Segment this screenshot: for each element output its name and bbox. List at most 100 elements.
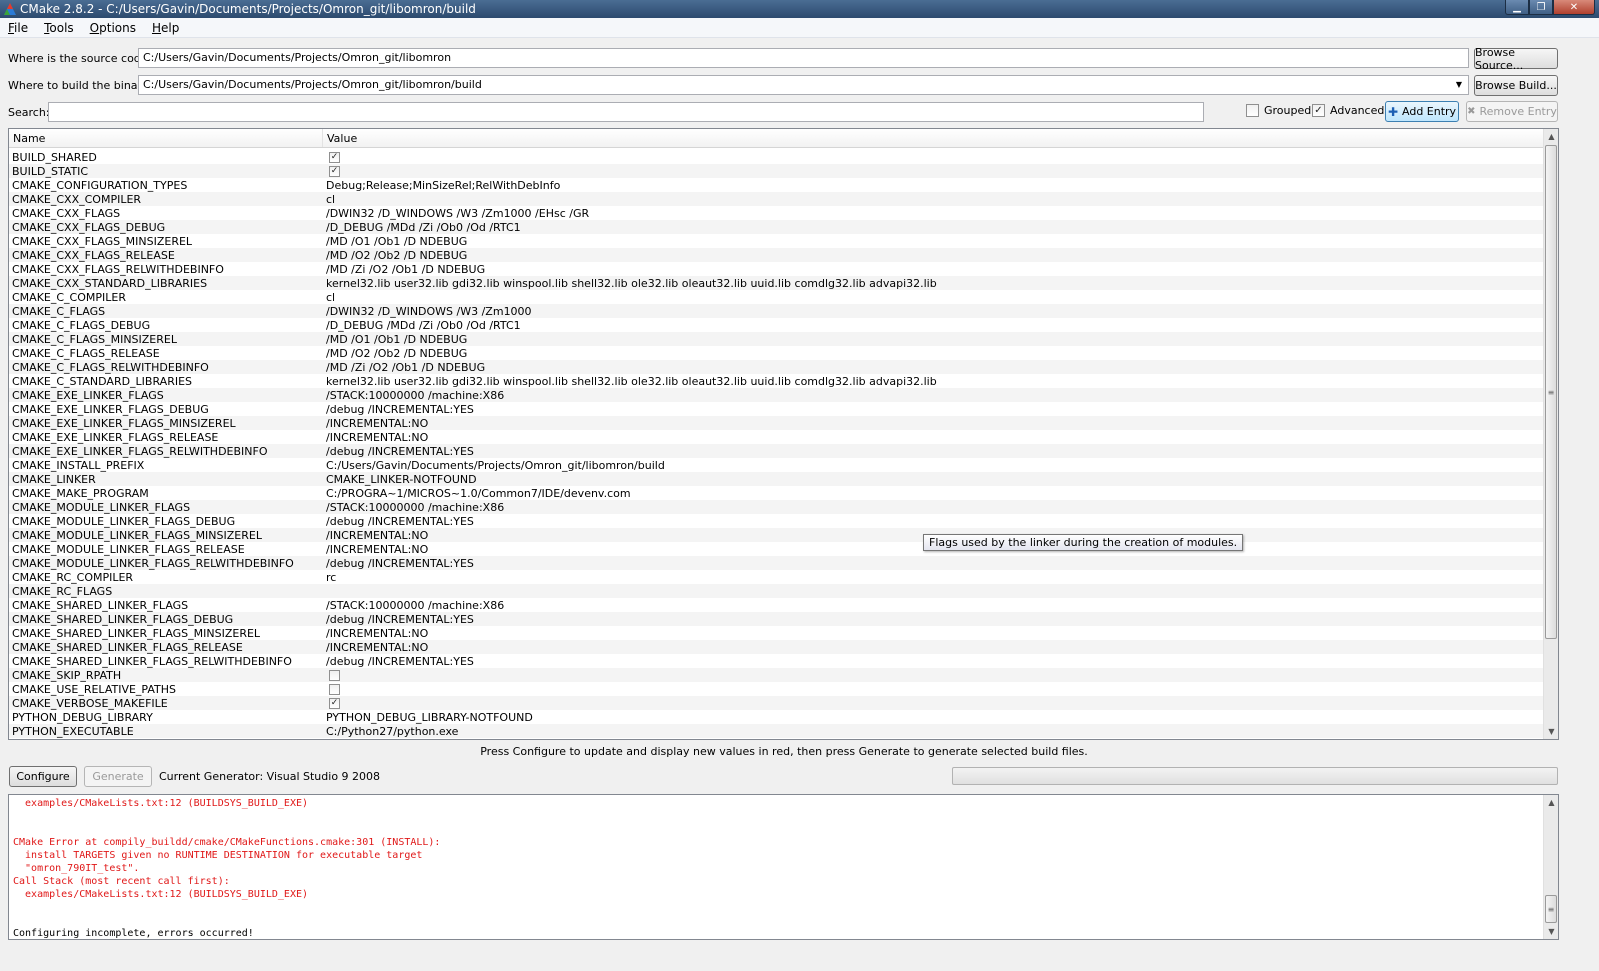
- grouped-checkbox[interactable]: [1246, 104, 1259, 117]
- table-row[interactable]: CMAKE_C_FLAGS_DEBUG/D_DEBUG /MDd /Zi /Ob…: [9, 318, 1544, 332]
- menu-item[interactable]: File: [0, 21, 36, 35]
- entry-value[interactable]: /debug /INCREMENTAL:YES: [323, 613, 474, 626]
- entry-value[interactable]: /INCREMENTAL:NO: [323, 641, 428, 654]
- log-scrollbar[interactable]: ▲ ≡ ▼: [1543, 795, 1558, 939]
- table-row[interactable]: CMAKE_VERBOSE_MAKEFILE ✓: [9, 696, 1544, 710]
- menu-item[interactable]: Options: [82, 21, 144, 35]
- log-scroll-up-icon[interactable]: ▲: [1544, 795, 1558, 810]
- menu-item[interactable]: Tools: [36, 21, 82, 35]
- entry-value[interactable]: CMAKE_LINKER-NOTFOUND: [323, 473, 477, 486]
- add-entry-button[interactable]: ✚ Add Entry: [1385, 101, 1459, 122]
- table-row[interactable]: CMAKE_MODULE_LINKER_FLAGS /STACK:1000000…: [9, 500, 1544, 514]
- table-row[interactable]: CMAKE_EXE_LINKER_FLAGS_RELWITHDEBINFO/de…: [9, 444, 1544, 458]
- combo-arrow-icon[interactable]: ▼: [1452, 78, 1466, 92]
- grouped-option[interactable]: Grouped: [1246, 104, 1311, 117]
- table-row[interactable]: CMAKE_SHARED_LINKER_FLAGS /STACK:1000000…: [9, 598, 1544, 612]
- table-row[interactable]: CMAKE_RC_FLAGS: [9, 584, 1544, 598]
- entry-value[interactable]: /DWIN32 /D_WINDOWS /W3 /Zm1000 /EHsc /GR: [323, 207, 589, 220]
- entry-checkbox[interactable]: [329, 684, 340, 695]
- entry-checkbox[interactable]: ✓: [329, 152, 340, 163]
- entry-value[interactable]: cl: [323, 193, 335, 206]
- table-row[interactable]: CMAKE_MODULE_LINKER_FLAGS_RELWITHDEBINFO…: [9, 556, 1544, 570]
- table-row[interactable]: CMAKE_EXE_LINKER_FLAGS_MINSIZEREL/INCREM…: [9, 416, 1544, 430]
- entry-value[interactable]: C:/Python27/python.exe: [323, 725, 458, 738]
- entry-value[interactable]: /D_DEBUG /MDd /Zi /Ob0 /Od /RTC1: [323, 319, 521, 332]
- log-scroll-down-icon[interactable]: ▼: [1544, 924, 1558, 939]
- table-row[interactable]: BUILD_STATIC ✓: [9, 164, 1544, 178]
- menu-item[interactable]: Help: [144, 21, 187, 35]
- name-column-header[interactable]: Name: [9, 129, 323, 147]
- entry-value[interactable]: kernel32.lib user32.lib gdi32.lib winspo…: [323, 277, 937, 290]
- table-row[interactable]: CMAKE_MODULE_LINKER_FLAGS_RELEASE/INCREM…: [9, 542, 1544, 556]
- entry-value[interactable]: rc: [323, 571, 336, 584]
- build-path-combo[interactable]: C:/Users/Gavin/Documents/Projects/Omron_…: [138, 75, 1469, 95]
- table-row[interactable]: CMAKE_RC_COMPILER rc: [9, 570, 1544, 584]
- entry-value[interactable]: /debug /INCREMENTAL:YES: [323, 445, 474, 458]
- value-column-header[interactable]: Value: [323, 132, 357, 145]
- table-row[interactable]: CMAKE_SKIP_RPATH: [9, 668, 1544, 682]
- entry-value[interactable]: /INCREMENTAL:NO: [323, 417, 428, 430]
- scroll-thumb[interactable]: ≡: [1545, 145, 1557, 639]
- browse-build-button[interactable]: Browse Build...: [1474, 75, 1558, 96]
- entry-checkbox[interactable]: ✓: [329, 166, 340, 177]
- table-scrollbar[interactable]: ▲ ≡ ▼: [1543, 129, 1558, 739]
- table-row[interactable]: PYTHON_EXECUTABLE C:/Python27/python.exe: [9, 724, 1544, 738]
- entry-value[interactable]: /MD /O2 /Ob2 /D NDEBUG: [323, 249, 467, 262]
- configure-button[interactable]: Configure: [9, 766, 77, 787]
- table-row[interactable]: CMAKE_EXE_LINKER_FLAGS_RELEASE/INCREMENT…: [9, 430, 1544, 444]
- entry-value[interactable]: /STACK:10000000 /machine:X86: [323, 389, 504, 402]
- search-input[interactable]: [48, 102, 1204, 122]
- entry-value[interactable]: /MD /O1 /Ob1 /D NDEBUG: [323, 333, 467, 346]
- entry-value[interactable]: /debug /INCREMENTAL:YES: [323, 557, 474, 570]
- entry-value[interactable]: PYTHON_DEBUG_LIBRARY-NOTFOUND: [323, 711, 533, 724]
- entry-value[interactable]: /INCREMENTAL:NO: [323, 529, 428, 542]
- output-log[interactable]: examples/CMakeLists.txt:12 (BUILDSYS_BUI…: [8, 794, 1559, 940]
- entry-value[interactable]: /debug /INCREMENTAL:YES: [323, 515, 474, 528]
- table-row[interactable]: CMAKE_LINKER CMAKE_LINKER-NOTFOUND: [9, 472, 1544, 486]
- remove-entry-button[interactable]: ✖ Remove Entry: [1466, 101, 1558, 122]
- source-path-input[interactable]: C:/Users/Gavin/Documents/Projects/Omron_…: [138, 48, 1469, 68]
- table-row[interactable]: CMAKE_SHARED_LINKER_FLAGS_RELWITHDEBINFO…: [9, 654, 1544, 668]
- table-row[interactable]: CMAKE_SHARED_LINKER_FLAGS_DEBUG/debug /I…: [9, 612, 1544, 626]
- close-button[interactable]: ✕: [1553, 0, 1595, 15]
- table-row[interactable]: CMAKE_CXX_STANDARD_LIBRARIES kernel32.lib…: [9, 276, 1544, 290]
- entry-value[interactable]: /STACK:10000000 /machine:X86: [323, 501, 504, 514]
- entry-value[interactable]: /MD /Zi /O2 /Ob1 /D NDEBUG: [323, 263, 485, 276]
- entry-value[interactable]: kernel32.lib user32.lib gdi32.lib winspo…: [323, 375, 937, 388]
- entry-value[interactable]: /MD /O1 /Ob1 /D NDEBUG: [323, 235, 467, 248]
- entry-value[interactable]: cl: [323, 291, 335, 304]
- table-row[interactable]: CMAKE_MODULE_LINKER_FLAGS_MINSIZEREL/INC…: [9, 528, 1544, 542]
- entry-value[interactable]: C:/Users/Gavin/Documents/Projects/Omron_…: [323, 459, 665, 472]
- scroll-down-icon[interactable]: ▼: [1544, 724, 1558, 739]
- table-row[interactable]: CMAKE_USE_RELATIVE_PATHS: [9, 682, 1544, 696]
- entry-checkbox[interactable]: [329, 670, 340, 681]
- table-row[interactable]: CMAKE_INSTALL_PREFIX C:/Users/Gavin/Docum…: [9, 458, 1544, 472]
- table-row[interactable]: CMAKE_CXX_FLAGS /DWIN32 /D_WINDOWS /W3 /…: [9, 206, 1544, 220]
- generate-button[interactable]: Generate: [84, 766, 152, 787]
- entry-checkbox[interactable]: ✓: [329, 698, 340, 709]
- table-row[interactable]: PYTHON_DEBUG_LIBRARY PYTHON_DEBUG_LIBRARY…: [9, 710, 1544, 724]
- table-row[interactable]: CMAKE_CXX_FLAGS_RELWITHDEBINFO/MD /Zi /O…: [9, 262, 1544, 276]
- table-row[interactable]: CMAKE_CXX_FLAGS_MINSIZEREL/MD /O1 /Ob1 /…: [9, 234, 1544, 248]
- minimize-button[interactable]: ▁: [1505, 0, 1529, 15]
- browse-source-button[interactable]: Browse Source...: [1474, 46, 1558, 72]
- entry-value[interactable]: /INCREMENTAL:NO: [323, 431, 428, 444]
- entry-value[interactable]: /DWIN32 /D_WINDOWS /W3 /Zm1000: [323, 305, 532, 318]
- table-row[interactable]: CMAKE_C_FLAGS_RELEASE/MD /O2 /Ob2 /D NDE…: [9, 346, 1544, 360]
- table-row[interactable]: CMAKE_C_FLAGS_MINSIZEREL/MD /O1 /Ob1 /D …: [9, 332, 1544, 346]
- table-row[interactable]: CMAKE_SHARED_LINKER_FLAGS_RELEASE/INCREM…: [9, 640, 1544, 654]
- log-scroll-thumb[interactable]: ≡: [1545, 895, 1557, 923]
- table-row[interactable]: CMAKE_CXX_FLAGS_RELEASE/MD /O2 /Ob2 /D N…: [9, 248, 1544, 262]
- entry-value[interactable]: /debug /INCREMENTAL:YES: [323, 403, 474, 416]
- table-row[interactable]: CMAKE_C_FLAGS /DWIN32 /D_WINDOWS /W3 /Zm…: [9, 304, 1544, 318]
- table-row[interactable]: CMAKE_SHARED_LINKER_FLAGS_MINSIZEREL/INC…: [9, 626, 1544, 640]
- table-row[interactable]: CMAKE_C_FLAGS_RELWITHDEBINFO/MD /Zi /O2 …: [9, 360, 1544, 374]
- advanced-checkbox[interactable]: ✓: [1312, 104, 1325, 117]
- entry-value[interactable]: C:/PROGRA~1/MICROS~1.0/Common7/IDE/deven…: [323, 487, 631, 500]
- entry-value[interactable]: Debug;Release;MinSizeRel;RelWithDebInfo: [323, 179, 560, 192]
- advanced-option[interactable]: ✓ Advanced: [1312, 104, 1384, 117]
- table-row[interactable]: CMAKE_C_STANDARD_LIBRARIES kernel32.lib u…: [9, 374, 1544, 388]
- table-row[interactable]: CMAKE_EXE_LINKER_FLAGS /STACK:10000000 /…: [9, 388, 1544, 402]
- table-row[interactable]: BUILD_SHARED ✓: [9, 150, 1544, 164]
- scroll-up-icon[interactable]: ▲: [1544, 129, 1558, 144]
